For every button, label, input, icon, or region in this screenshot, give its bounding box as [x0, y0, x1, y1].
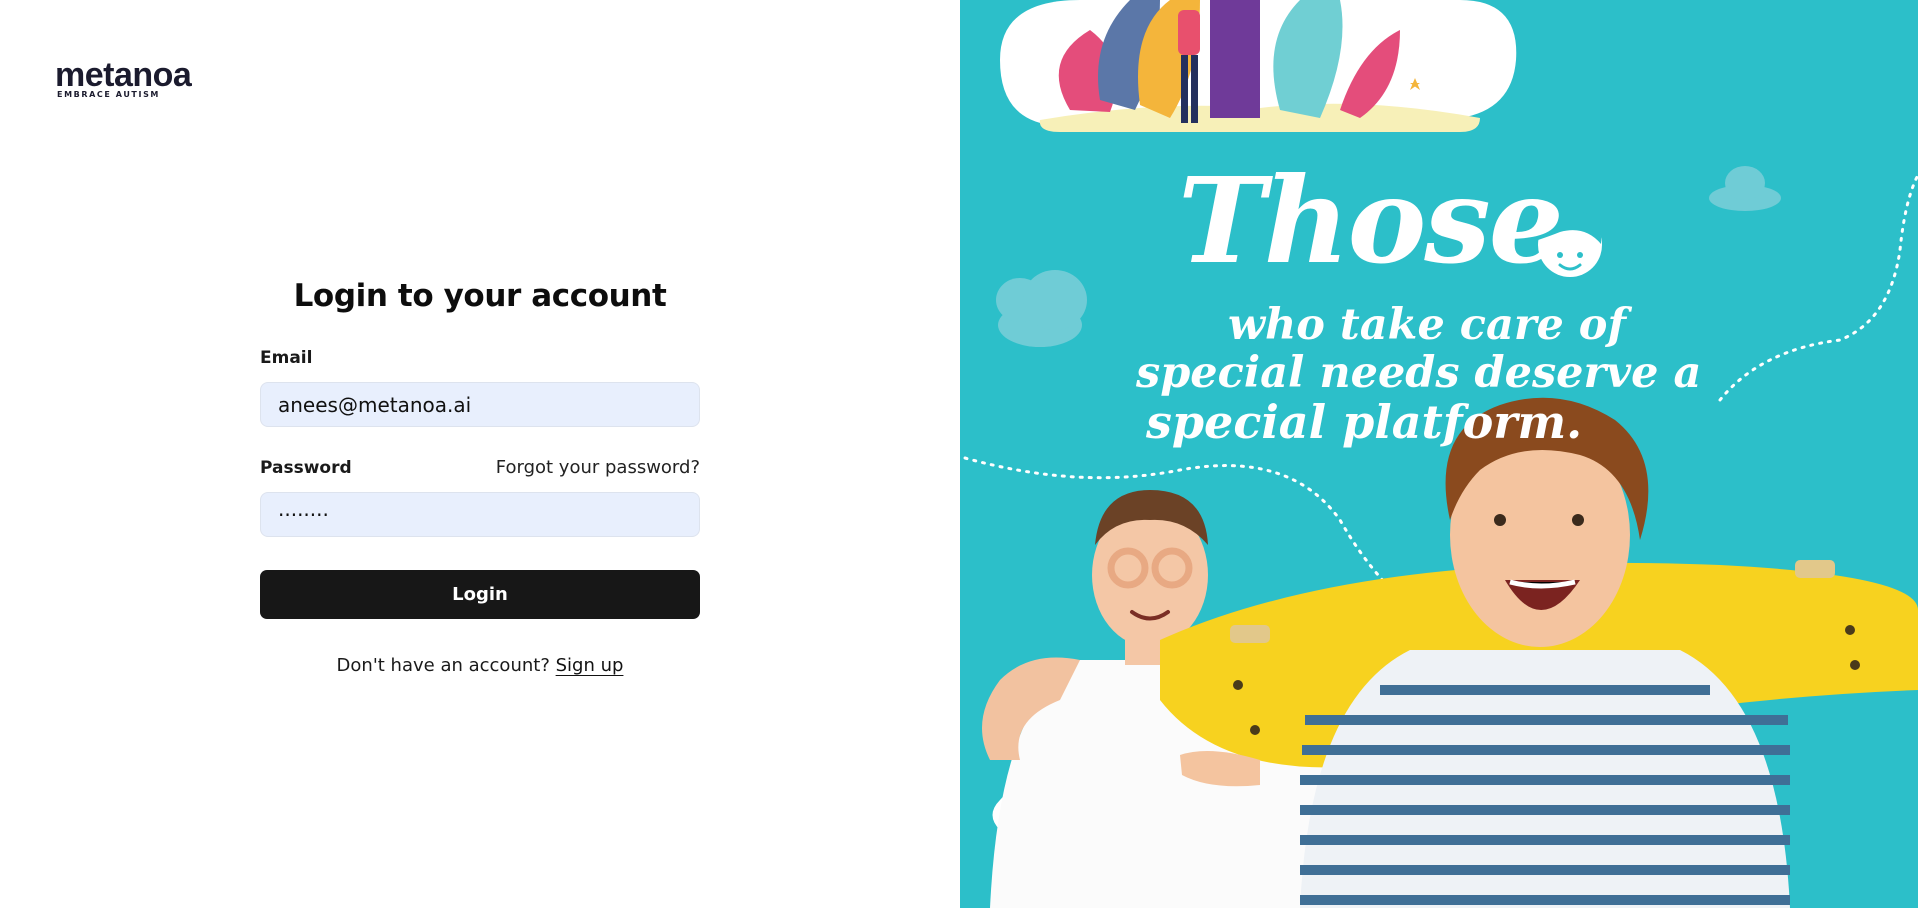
email-input[interactable]	[260, 382, 700, 427]
slogan-headline: Those	[1178, 151, 1564, 290]
slogan-line-3: special platform.	[1146, 395, 1583, 449]
signup-link[interactable]: Sign up	[556, 655, 624, 676]
page-title: Login to your account	[293, 278, 667, 314]
password-input[interactable]	[260, 492, 700, 537]
logo-wordmark: metanoa	[55, 56, 192, 94]
hero-panel: Those who take care of special needs des…	[960, 0, 1918, 908]
slogan-line-2: special needs deserve a	[1136, 348, 1702, 398]
slogan: Those who take care of special needs des…	[960, 0, 1918, 460]
no-account-text: Don't have an account?	[336, 655, 550, 676]
slogan-line-1: who take care of	[1228, 300, 1626, 350]
email-label: Email	[260, 348, 313, 368]
login-pane: metanoa EMBRACE AUTISM Login to your acc…	[0, 0, 960, 908]
login-button[interactable]: Login	[260, 570, 700, 619]
password-label-row: Password Forgot your password?	[260, 457, 700, 478]
signup-prompt: Don't have an account? Sign up	[260, 655, 700, 676]
login-form: Login to your account Email Password For…	[260, 278, 700, 676]
metanoa-logo[interactable]: metanoa EMBRACE AUTISM	[55, 56, 205, 101]
password-label: Password	[260, 458, 352, 478]
logo-tagline: EMBRACE AUTISM	[57, 90, 160, 99]
forgot-password-link[interactable]: Forgot your password?	[496, 457, 700, 478]
